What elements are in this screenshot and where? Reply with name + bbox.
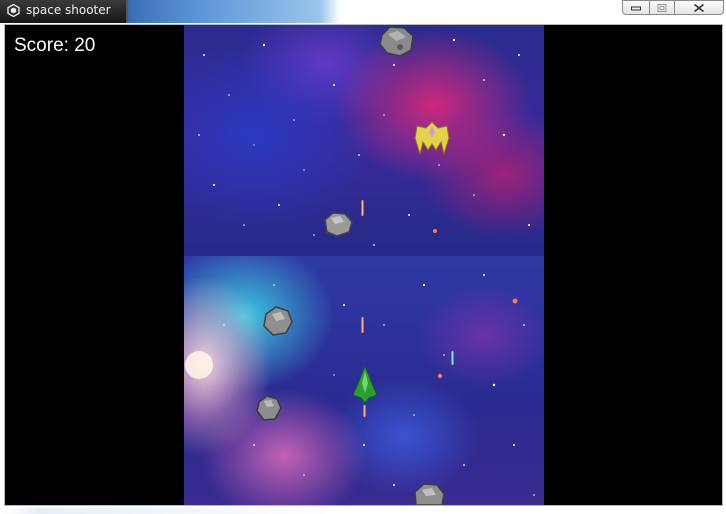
laser-bolt bbox=[361, 317, 364, 333]
player-ship bbox=[352, 365, 378, 404]
close-icon bbox=[694, 3, 704, 12]
window-bottom-edge bbox=[0, 508, 726, 514]
taskbar-title[interactable]: space shooter bbox=[0, 0, 127, 23]
maximize-icon bbox=[657, 3, 667, 12]
asteroid bbox=[414, 483, 445, 505]
enemy-ship bbox=[414, 121, 450, 156]
minimize-icon bbox=[631, 6, 641, 10]
unity-icon bbox=[7, 4, 20, 17]
asteroid bbox=[256, 395, 282, 421]
asteroid bbox=[379, 26, 414, 57]
starfield bbox=[185, 38, 535, 496]
asteroid bbox=[324, 212, 353, 237]
close-button[interactable] bbox=[674, 0, 724, 15]
laser-bolt bbox=[451, 351, 454, 365]
window-title: space shooter bbox=[26, 3, 111, 17]
maximize-button[interactable] bbox=[649, 0, 675, 15]
game-window: space shooter Score: 20 bbox=[0, 0, 726, 514]
minimize-button[interactable] bbox=[622, 0, 650, 15]
laser-bolt bbox=[363, 405, 366, 417]
asteroid bbox=[263, 306, 293, 336]
laser-bolt bbox=[361, 200, 364, 216]
playfield[interactable] bbox=[184, 25, 544, 505]
window-controls bbox=[622, 0, 724, 16]
score-display: Score: 20 bbox=[14, 35, 96, 56]
